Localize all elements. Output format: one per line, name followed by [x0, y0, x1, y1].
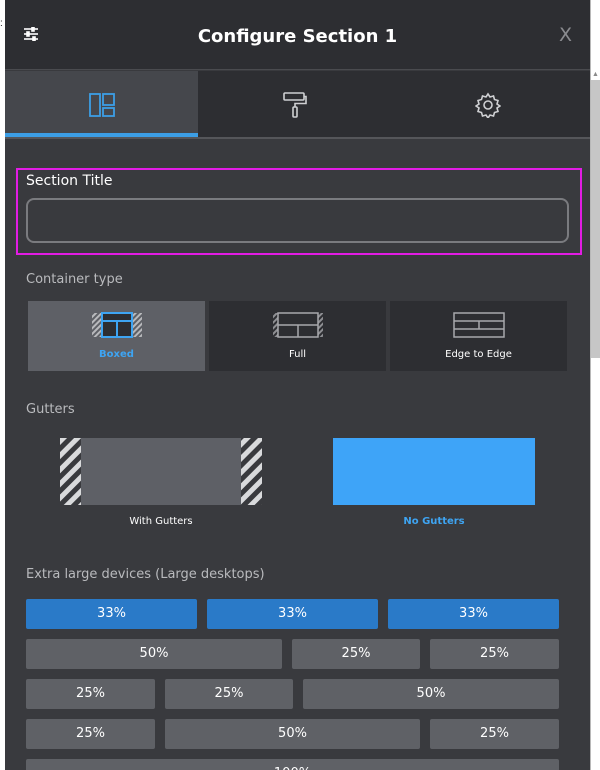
gutter-option-label: No Gutters	[403, 516, 465, 527]
container-option-label: Edge to Edge	[445, 349, 512, 360]
paint-roller-icon	[282, 91, 307, 118]
layout-icon	[88, 92, 115, 117]
tab-style[interactable]	[198, 71, 391, 138]
gutter-option-with-gutters[interactable]	[60, 438, 262, 505]
configure-section-panel: Configure Section 1 X Section Title Cont…	[5, 0, 590, 770]
container-option-boxed[interactable]: Boxed	[28, 301, 205, 371]
layout-button[interactable]: 100%	[26, 759, 559, 770]
container-option-label: Boxed	[99, 349, 134, 360]
with-gutters-icon	[60, 438, 262, 505]
layout-button[interactable]: 50%	[26, 639, 282, 669]
layout-button[interactable]: 50%	[303, 679, 559, 709]
tab-layout[interactable]	[5, 71, 198, 138]
section-title-input[interactable]	[26, 198, 569, 243]
layout-button[interactable]: 25%	[26, 719, 155, 749]
scroll-up-icon[interactable]: ▲	[591, 70, 600, 80]
close-button[interactable]: X	[559, 24, 572, 46]
container-type-label: Container type	[26, 272, 123, 287]
layout-button[interactable]: 33%	[26, 599, 197, 629]
boxed-layout-icon	[91, 312, 142, 338]
gutter-option-no-gutters[interactable]	[333, 438, 535, 505]
container-option-label: Full	[288, 349, 307, 360]
layout-button[interactable]: 25%	[430, 719, 559, 749]
container-option-full[interactable]: Full	[209, 301, 386, 371]
layout-button[interactable]: 25%	[430, 639, 559, 669]
tab-bar	[5, 71, 590, 138]
gutter-option-label: With Gutters	[129, 516, 193, 527]
scrollbar-thumb[interactable]	[591, 80, 600, 358]
gear-icon	[474, 92, 501, 118]
tab-divider	[5, 137, 590, 139]
gutters-label: Gutters	[26, 402, 75, 417]
layout-button[interactable]: 25%	[292, 639, 420, 669]
layout-button[interactable]: 50%	[165, 719, 420, 749]
edge-mark: :	[0, 18, 3, 29]
layout-button[interactable]: 25%	[26, 679, 155, 709]
tab-settings[interactable]	[391, 71, 584, 138]
panel-title: Configure Section 1	[197, 26, 398, 47]
edge-to-edge-layout-icon	[452, 312, 505, 338]
device-layouts-label: Extra large devices (Large desktops)	[26, 567, 265, 582]
container-option-edge-to-edge[interactable]: Edge to Edge	[390, 301, 567, 371]
layout-button[interactable]: 25%	[165, 679, 293, 709]
layout-button[interactable]: 33%	[388, 599, 559, 629]
full-layout-icon	[272, 312, 323, 338]
section-title-label: Section Title	[26, 173, 113, 189]
panel-header: Configure Section 1 X	[5, 0, 590, 70]
layout-button[interactable]: 33%	[207, 599, 378, 629]
